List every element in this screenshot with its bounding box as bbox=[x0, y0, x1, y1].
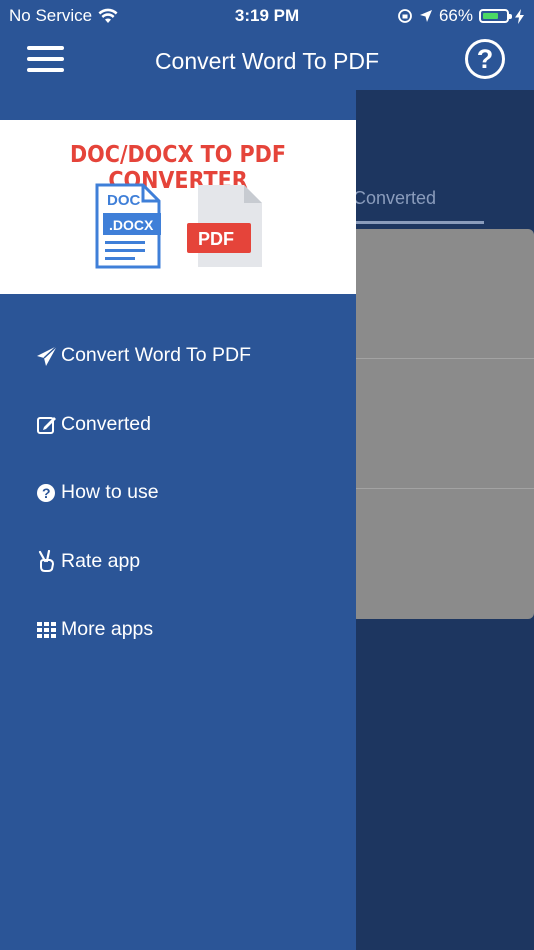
menu-item-label: Rate app bbox=[61, 549, 141, 572]
battery-icon bbox=[479, 9, 512, 23]
grid-icon bbox=[37, 622, 56, 638]
status-bar: No Service 3:19 PM 66% bbox=[0, 0, 534, 32]
pdf-file-icon: PDF bbox=[187, 185, 262, 267]
help-circle-icon[interactable]: ? bbox=[465, 39, 505, 79]
battery-percent: 66% bbox=[438, 6, 473, 25]
svg-text:?: ? bbox=[42, 485, 51, 501]
status-right: 66% bbox=[397, 6, 524, 26]
location-arrow-icon bbox=[419, 10, 432, 22]
charging-bolt-icon bbox=[515, 8, 524, 24]
page-title: Convert Word To PDF bbox=[154, 48, 380, 74]
card-divider bbox=[356, 358, 534, 359]
nav-bar: Convert Word To PDF ? bbox=[0, 32, 534, 90]
tab-indicator bbox=[356, 221, 484, 224]
rotation-lock-icon bbox=[398, 9, 412, 23]
content-card bbox=[356, 229, 534, 619]
menu-item-convert[interactable]: Convert Word To PDF bbox=[36, 344, 251, 413]
doc-file-icon: DOC .DOCX bbox=[95, 183, 161, 269]
drawer-header: DOC/DOCX TO PDF CONVERTER DOC .DOCX PDF bbox=[0, 120, 356, 294]
doc-label: DOC bbox=[107, 192, 141, 209]
menu-item-rate-app[interactable]: Rate app bbox=[36, 549, 251, 619]
drawer-menu: Convert Word To PDF Converted ? How to u… bbox=[36, 344, 251, 687]
edit-icon bbox=[37, 416, 56, 434]
logo-title: DOC/DOCX TO PDF CONVERTER bbox=[69, 142, 286, 194]
tab-converted[interactable]: Converted bbox=[353, 188, 436, 209]
menu-item-label: Converted bbox=[61, 412, 151, 435]
pdf-label: PDF bbox=[198, 229, 234, 249]
menu-item-more-apps[interactable]: More apps bbox=[36, 618, 251, 687]
menu-item-label: More apps bbox=[61, 618, 154, 640]
question-circle-icon: ? bbox=[37, 484, 55, 502]
side-drawer: DOC/DOCX TO PDF CONVERTER DOC .DOCX PDF … bbox=[0, 90, 356, 950]
battery-fill bbox=[483, 13, 498, 19]
docx-label: .DOCX bbox=[109, 217, 154, 233]
paper-plane-icon bbox=[37, 345, 58, 366]
menu-item-label: How to use bbox=[61, 481, 159, 503]
menu-item-converted[interactable]: Converted bbox=[36, 413, 251, 482]
victory-hand-icon bbox=[38, 549, 55, 572]
menu-item-how-to-use[interactable]: ? How to use bbox=[36, 481, 251, 550]
menu-item-label: Convert Word To PDF bbox=[61, 344, 252, 366]
card-divider bbox=[356, 488, 534, 489]
